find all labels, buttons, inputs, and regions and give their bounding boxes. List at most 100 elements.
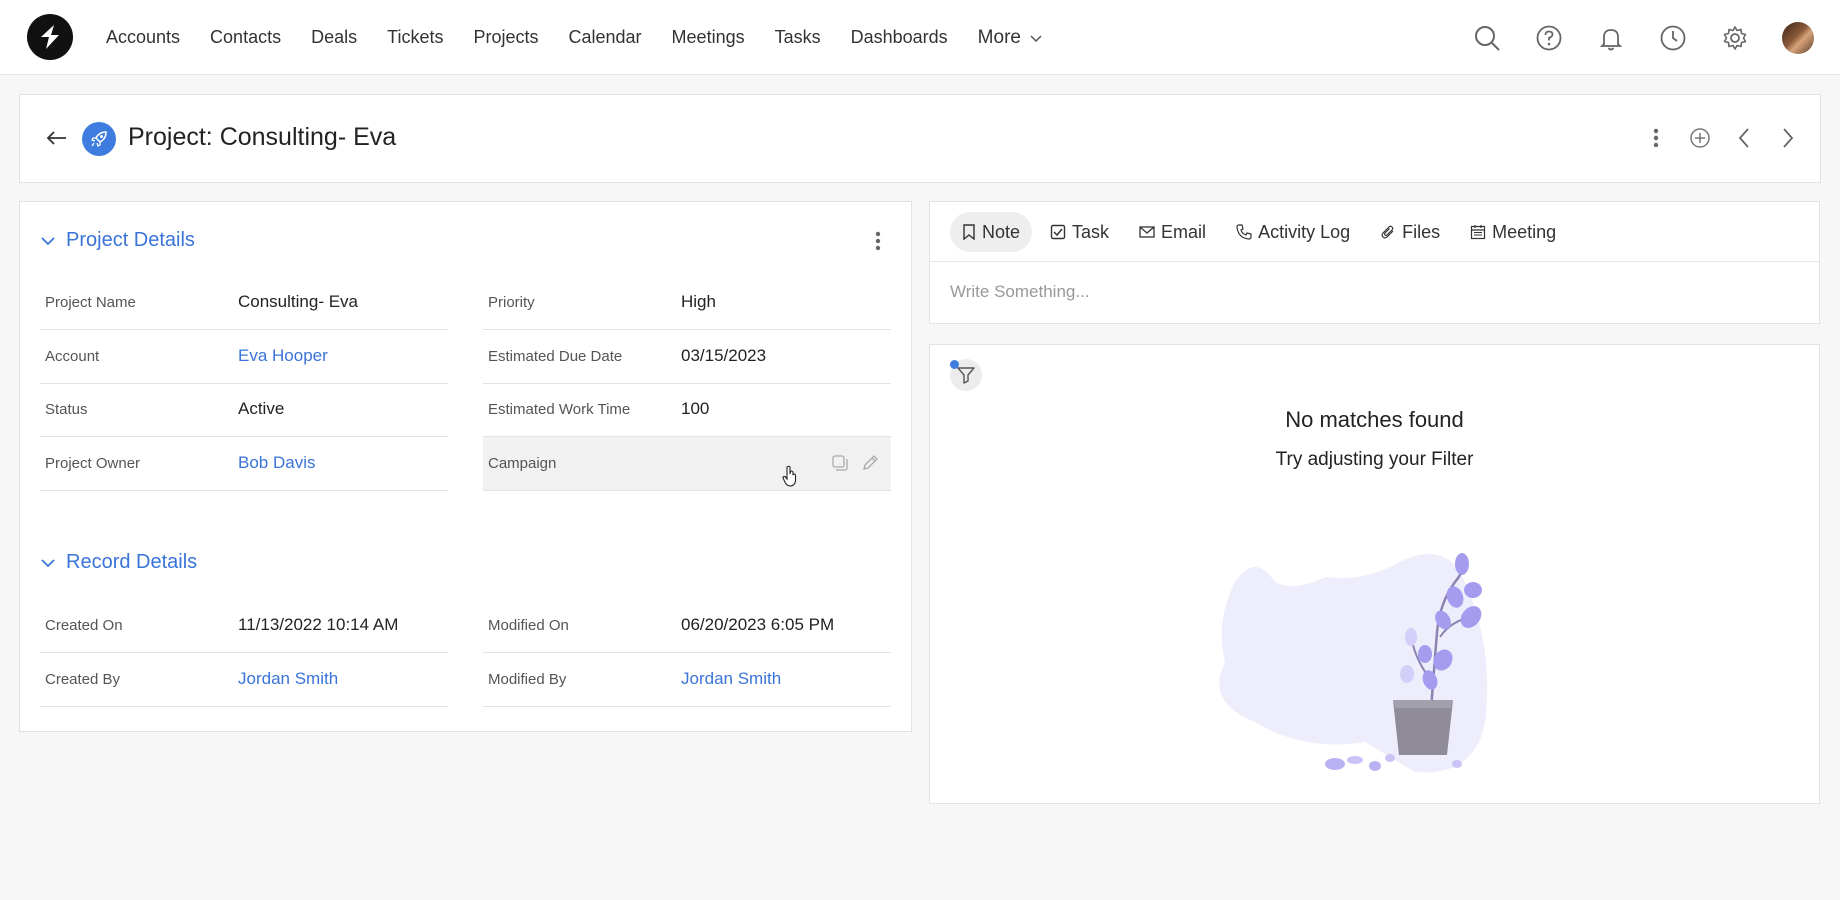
field-label: Estimated Due Date	[488, 348, 623, 365]
field-value[interactable]: High	[681, 292, 716, 312]
field-row-modified-on: Modified On 06/20/2023 6:05 PM	[483, 599, 891, 653]
user-avatar[interactable]	[1782, 21, 1814, 54]
nav-tickets[interactable]: Tickets	[387, 27, 443, 48]
more-vertical-icon[interactable]	[1642, 123, 1670, 153]
field-label: Estimated Work Time	[488, 401, 631, 418]
nav-dashboards[interactable]: Dashboards	[851, 27, 948, 48]
chevron-down-icon	[38, 231, 58, 251]
field-label: Modified On	[488, 617, 569, 634]
clock-icon[interactable]	[1658, 23, 1688, 53]
tab-label: Email	[1161, 221, 1207, 242]
search-icon[interactable]	[1472, 23, 1502, 53]
app-logo[interactable]	[27, 14, 73, 60]
chevron-down-icon	[1030, 34, 1042, 42]
tab-label: Task	[1072, 221, 1110, 242]
field-row-work-time: Estimated Work Time 100	[483, 383, 891, 437]
back-arrow-icon[interactable]	[42, 123, 72, 153]
field-value: 06/20/2023 6:05 PM	[681, 615, 835, 634]
gear-icon[interactable]	[1720, 23, 1750, 53]
account-link[interactable]: Eva Hooper	[238, 346, 328, 366]
empty-state-subtitle: Try adjusting your Filter	[1275, 449, 1474, 470]
field-label: Campaign	[488, 455, 557, 472]
filter-icon	[957, 367, 975, 384]
nav-accounts[interactable]: Accounts	[106, 27, 180, 48]
bell-icon[interactable]	[1596, 23, 1626, 53]
nav-more-label: More	[977, 26, 1021, 48]
logo-icon	[41, 25, 59, 49]
help-icon[interactable]	[1534, 23, 1564, 53]
tab-label: Note	[982, 221, 1021, 242]
project-details-header[interactable]: Project Details	[38, 229, 195, 252]
tab-label: Activity Log	[1258, 221, 1351, 242]
field-row-due-date: Estimated Due Date 03/15/2023	[483, 330, 891, 384]
empty-state-illustration	[1215, 542, 1535, 787]
field-label: Created On	[45, 617, 123, 634]
tab-task[interactable]: Task	[1038, 212, 1121, 252]
top-navigation: Accounts Contacts Deals Tickets Projects…	[0, 0, 1840, 75]
field-row-account: Account Eva Hooper	[40, 330, 448, 384]
chevron-right-icon[interactable]	[1774, 123, 1802, 153]
main-nav: Accounts Contacts Deals Tickets Projects…	[106, 0, 1043, 75]
tab-meeting[interactable]: Meeting	[1458, 212, 1568, 252]
details-card: Project Details Project Name Consulting-…	[19, 201, 912, 732]
nav-contacts[interactable]: Contacts	[210, 27, 281, 48]
nav-projects[interactable]: Projects	[473, 27, 538, 48]
nav-utility-icons	[1472, 0, 1840, 75]
note-input[interactable]	[950, 282, 1790, 302]
field-label: Priority	[488, 294, 535, 311]
nav-more-dropdown[interactable]: More	[978, 27, 1043, 49]
modified-by-link[interactable]: Jordan Smith	[681, 669, 781, 689]
edit-pencil-icon[interactable]	[859, 452, 881, 474]
field-row-project-owner: Project Owner Bob Davis	[40, 437, 448, 491]
field-label: Status	[45, 401, 88, 418]
tab-email[interactable]: Email	[1127, 212, 1218, 252]
field-label: Project Owner	[45, 455, 141, 472]
empty-state-title: No matches found	[1285, 407, 1464, 432]
field-row-campaign[interactable]: Campaign	[483, 437, 891, 491]
section-menu-icon[interactable]	[868, 226, 888, 256]
filter-indicator-dot	[950, 360, 959, 369]
rocket-icon	[82, 122, 116, 156]
record-actions	[1626, 123, 1802, 153]
field-row-modified-by: Modified By Jordan Smith	[483, 653, 891, 707]
record-details-title: Record Details	[66, 551, 198, 573]
record-header: Project: Consulting- Eva	[19, 94, 1821, 183]
nav-calendar[interactable]: Calendar	[569, 27, 642, 48]
tab-activity-log[interactable]: Activity Log	[1224, 212, 1362, 252]
tab-files[interactable]: Files	[1368, 212, 1452, 252]
owner-link[interactable]: Bob Davis	[238, 453, 315, 473]
field-label: Created By	[45, 671, 121, 688]
paperclip-icon	[1381, 225, 1394, 239]
nav-meetings[interactable]: Meetings	[672, 27, 745, 48]
record-details-header[interactable]: Record Details	[38, 551, 197, 574]
envelope-icon	[1139, 226, 1155, 238]
phone-icon	[1236, 224, 1252, 240]
field-value[interactable]: Active	[238, 399, 284, 419]
activity-composer: Note Task Email Activity Log Files Meeti…	[929, 201, 1820, 324]
project-details-title: Project Details	[66, 229, 195, 251]
nav-tasks[interactable]: Tasks	[775, 27, 821, 48]
field-label: Modified By	[488, 671, 567, 688]
copy-icon[interactable]	[829, 452, 851, 474]
nav-deals[interactable]: Deals	[311, 27, 357, 48]
chevron-down-icon	[38, 553, 58, 573]
field-label: Account	[45, 348, 100, 365]
bookmark-icon	[963, 224, 975, 240]
field-label: Project Name	[45, 294, 136, 311]
field-value[interactable]: 100	[681, 399, 709, 419]
field-value[interactable]: 03/15/2023	[681, 346, 766, 366]
field-row-created-by: Created By Jordan Smith	[40, 653, 448, 707]
composer-tabs: Note Task Email Activity Log Files Meeti…	[950, 212, 1574, 252]
activity-feed: No matches found Try adjusting your Filt…	[929, 344, 1820, 804]
created-by-link[interactable]: Jordan Smith	[238, 669, 338, 689]
chevron-left-icon[interactable]	[1730, 123, 1758, 153]
tab-note[interactable]: Note	[950, 212, 1033, 252]
tab-label: Meeting	[1492, 221, 1557, 242]
field-row-created-on: Created On 11/13/2022 10:14 AM	[40, 599, 448, 653]
hand-cursor-icon	[782, 465, 798, 492]
add-circle-icon[interactable]	[1686, 123, 1714, 153]
calendar-icon	[1471, 225, 1486, 240]
tab-label: Files	[1402, 221, 1441, 242]
field-value[interactable]: Consulting- Eva	[238, 292, 358, 312]
page-title: Project: Consulting- Eva	[128, 123, 397, 151]
